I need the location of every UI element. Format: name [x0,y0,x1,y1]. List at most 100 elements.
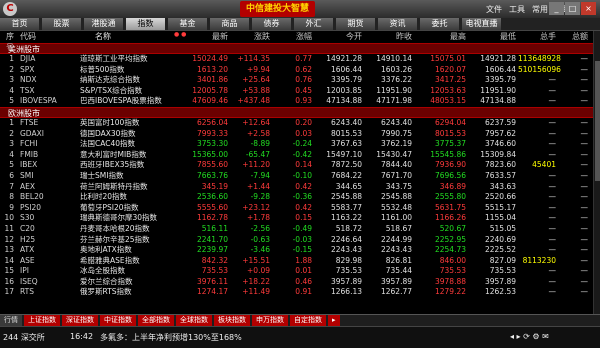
menu-tools[interactable]: 工具 [509,5,525,14]
table-row[interactable]: 1 FTSE 英国富时100指数 6256.04 +12.64 0.20 6243.40 62… [0,118,593,129]
section-header[interactable]: 欧洲股市 [0,106,593,118]
col-prev[interactable]: 昨收 [364,31,412,42]
scroll-thumb[interactable] [595,61,600,181]
bottom-tab-5[interactable]: 全球指数 [176,315,212,326]
cell-pct: 0.91 [295,287,312,297]
cell-code: ATX [20,245,35,255]
table-row[interactable]: 8 BEL20 比利时20指数 2536.60 -9.28 -0.36 2545.88 254… [0,192,593,203]
table-row[interactable]: 4 TSX S&P/TSX综合指数 12005.78 +53.88 0.45 12003.8… [0,86,593,97]
col-low[interactable]: 最低 [468,31,516,42]
cell-name: 西班牙IBEX35指数 [80,160,145,170]
cell-prev: 5532.48 [380,202,412,212]
col-pct[interactable]: 涨幅 [272,31,312,42]
table-row[interactable]: 1 DJIA 道琼斯工业平均指数 15024.49 +114.35 0.77 14921.2… [0,54,593,65]
cell-pct: 0.93 [295,96,312,106]
table-row[interactable]: 14 ASE 希腊雅典ASE指数 842.32 +15.51 1.88 829.98 826.… [0,256,593,267]
table-row[interactable]: 9 PSI20 葡萄牙PSI20指数 5555.60 +23.12 0.42 5583.77… [0,203,593,214]
cell-idx: 5 [9,96,14,106]
status-tools-icons[interactable]: ◂ ▸ ⟳ ⚙ ✉ [510,332,549,341]
col-chg[interactable]: 涨跌 [230,31,270,42]
tab-1[interactable]: 股票 [42,18,81,30]
tab-5[interactable]: 商品 [210,18,249,30]
table-row[interactable]: 4 FMIB 意大利富时MIB指数 15365.00 -65.47 -0.42 15497.… [0,150,593,161]
bottom-tab-1[interactable]: 上证指数 [24,315,60,326]
cell-prev: 826.81 [385,255,412,265]
table-row[interactable]: 5 IBEX 西班牙IBEX35指数 7855.60 +11.20 0.14 7872.50… [0,160,593,171]
table-row[interactable]: 7 AEX 荷兰阿姆斯特丹指数 345.19 +1.44 0.42 344.65 343.75… [0,182,593,193]
tab-4[interactable]: 基金 [168,18,207,30]
cell-prev: 7671.70 [380,170,412,180]
cell-low: 827.09 [489,255,516,265]
tab-11[interactable]: 电视直播 [462,18,501,30]
cell-amt: — [580,276,589,286]
cell-code: C20 [20,223,35,233]
cell-amt: — [580,117,589,127]
table-row[interactable]: 2 GDAXI 德国DAX30指数 7993.33 +2.58 0.03 8015.53 79… [0,129,593,140]
cell-chg: +114.35 [237,54,270,63]
cell-high: 735.53 [439,266,466,276]
menu-common[interactable]: 常用 [532,5,548,14]
bottom-tab-7[interactable]: 申万指数 [252,315,288,326]
cell-code: DJIA [20,54,36,63]
tab-9[interactable]: 资讯 [378,18,417,30]
bottom-tab-2[interactable]: 深证指数 [62,315,98,326]
col-vol[interactable]: 总手 [518,31,556,42]
status-news-ticker[interactable]: 多氟多：上半年净利预增130%至168% [100,332,242,343]
cell-prev: 1161.00 [380,213,412,223]
table-row[interactable]: 10 S30 瑞典斯德哥尔摩30指数 1162.78 +1.78 0.15 1163.22 1… [0,213,593,224]
cell-high: 2254.73 [434,245,466,255]
minimize-icon[interactable]: _ [549,2,564,15]
maximize-icon[interactable]: □ [565,2,580,15]
col-open[interactable]: 今开 [314,31,362,42]
table-row[interactable]: 5 IBOVESPA 巴西IBOVESPA股票指数 47609.46 +437.48 0.… [0,96,593,107]
table-row[interactable]: 13 ATX 奥地利ATX指数 2239.97 -3.46 -0.15 2243.43 224… [0,245,593,256]
close-icon[interactable]: × [581,2,596,15]
section-header[interactable]: 美洲股市 [0,43,593,54]
tab-0[interactable]: 首页 [0,18,39,30]
table-row[interactable]: 6 SMI 瑞士SMI指数 7663.76 -7.94 -0.10 7684.22 7671.… [0,171,593,182]
col-code[interactable]: 代码 [20,31,36,42]
tab-6[interactable]: 债券 [252,18,291,30]
bottom-tab-8[interactable]: 自定指数 [290,315,326,326]
col-idx[interactable]: 序号 [0,31,14,53]
table-row[interactable]: 12 H25 芬兰赫尔辛基25指数 2241.70 -0.63 -0.03 2246.64 2… [0,235,593,246]
vertical-scrollbar[interactable] [593,31,600,314]
cell-pct: 0.77 [295,54,312,63]
cell-prev: 3376.22 [380,75,412,85]
table-row[interactable]: 3 FCHI 法国CAC40指数 3753.30 -8.89 -0.24 3767.63 37… [0,139,593,150]
cell-pct: 0.03 [295,128,312,138]
cell-pct: -0.49 [292,223,312,233]
menu-file[interactable]: 文件 [486,5,502,14]
cell-last: 47609.46 [192,96,228,106]
cell-last: 3753.30 [196,139,228,149]
table-row[interactable]: 17 RTS 俄罗斯RTS指数 1274.17 +11.49 0.91 1266.13 126… [0,287,593,298]
cell-chg: +11.49 [242,287,270,297]
table-row[interactable]: 3 NDX 纳斯达克综合指数 3401.86 +25.64 0.76 3395.79 3376… [0,75,593,86]
bottom-tab-3[interactable]: 中证指数 [100,315,136,326]
table-row[interactable]: 15 IPI 冰岛全股指数 735.53 +0.09 0.01 735.53 735.44 73… [0,266,593,277]
col-high[interactable]: 最高 [414,31,466,42]
bottom-tab-0[interactable]: 行情 [0,315,22,326]
bottom-tab-9[interactable]: ▸ [328,315,340,326]
window-controls: _ □ × [548,2,596,15]
cell-code: ISEQ [20,276,38,286]
tab-2[interactable]: 港股通 [84,18,123,30]
cell-pct: 0.45 [295,85,312,95]
cell-name: 纳斯达克综合指数 [80,75,140,85]
tab-7[interactable]: 外汇 [294,18,333,30]
table-row[interactable]: 16 ISEQ 爱尔兰综合指数 3976.11 +18.22 0.46 3957.89 395… [0,277,593,288]
bottom-tab-4[interactable]: 全部指数 [138,315,174,326]
col-amt[interactable]: 总额 [558,31,588,42]
tab-10[interactable]: 委托 [420,18,459,30]
bottom-tab-6[interactable]: 板块指数 [214,315,250,326]
tab-8[interactable]: 期货 [336,18,375,30]
cell-name: 奥地利ATX指数 [80,245,132,255]
col-last[interactable]: 最新 [170,31,228,42]
cell-idx: 1 [9,117,14,127]
tab-3[interactable]: 指数 [126,18,165,30]
cell-pct: -0.03 [292,234,312,244]
table-row[interactable]: 2 SPX 标普500指数 1613.20 +9.94 0.62 1606.44 1603.2… [0,65,593,76]
col-name[interactable]: 名称 [95,31,111,42]
cell-vol: — [548,170,557,180]
table-row[interactable]: 11 C20 丹麦哥本哈根20指数 516.11 -2.56 -0.49 518.72 518… [0,224,593,235]
